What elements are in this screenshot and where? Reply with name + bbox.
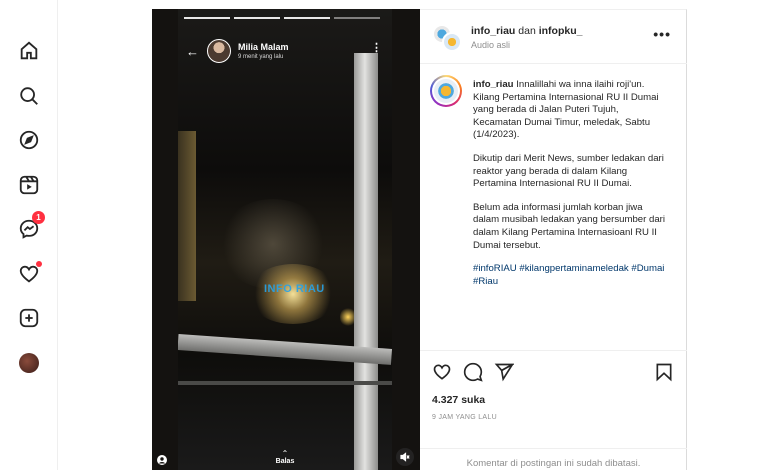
nav-messages[interactable]: 1	[17, 211, 45, 241]
story-progress-bar	[284, 17, 330, 19]
caption-paragraph: Dikutip dari Merit News, sumber ledakan …	[473, 152, 664, 190]
caption-avatar[interactable]	[430, 75, 462, 107]
connector-text: dan	[515, 25, 539, 37]
reply-area[interactable]: ⌃ Balas	[178, 444, 392, 470]
collab-avatars[interactable]	[432, 24, 462, 54]
post-details-panel: info_riau dan infopku_ Audio asli ••• in…	[420, 9, 687, 470]
story-progress-bar	[234, 17, 280, 19]
nav-profile[interactable]	[17, 351, 41, 375]
nav-create[interactable]	[17, 306, 41, 330]
message-badge: 1	[32, 211, 45, 224]
username-link[interactable]: info_riau	[471, 25, 515, 37]
nav-reels[interactable]	[17, 173, 41, 197]
story-username: Milia Malam	[238, 42, 289, 52]
like-count[interactable]: 4.327 suka	[432, 394, 485, 406]
post-header: info_riau dan infopku_ Audio asli •••	[420, 10, 687, 64]
mute-button[interactable]	[396, 448, 414, 466]
compass-icon	[19, 130, 39, 150]
avatar	[442, 32, 462, 52]
nav-search[interactable]	[17, 84, 41, 108]
back-arrow-icon[interactable]: ←	[186, 44, 199, 59]
post-timestamp[interactable]: 9 JAM YANG LALU	[432, 414, 497, 421]
avatar	[19, 353, 39, 373]
caption-paragraph: Belum ada informasi jumlah korban jiwa d…	[473, 201, 665, 251]
share-send-icon[interactable]	[494, 362, 514, 382]
collab-usernames: info_riau dan infopku_	[471, 25, 582, 37]
pole	[354, 53, 378, 470]
notification-dot	[36, 261, 42, 267]
caption-username[interactable]: info_riau	[473, 79, 514, 90]
comments-limited-notice: Komentar di postingan ini sudah dibatasi…	[420, 448, 687, 469]
username-link[interactable]: infopku_	[539, 25, 583, 37]
video-watermark: INFO RIAU	[264, 283, 325, 295]
railing	[178, 381, 392, 385]
avatar	[434, 79, 458, 103]
post-actions: 4.327 suka 9 JAM YANG LALU	[420, 350, 687, 460]
story-avatar[interactable]	[207, 39, 231, 63]
home-icon	[20, 41, 38, 60]
nav-explore[interactable]	[17, 128, 41, 152]
speaker-muted-icon	[400, 452, 410, 462]
story-more-icon[interactable]: ⋮	[371, 41, 382, 54]
story-progress-bar	[334, 17, 380, 19]
audio-label[interactable]: Audio asli	[471, 40, 510, 50]
left-sidebar: 1	[0, 0, 58, 470]
caption-hashtags[interactable]: #infoRIAU #kilangpertaminameledak #Dumai…	[473, 263, 668, 288]
plus-square-icon	[19, 308, 39, 328]
chevron-up-icon: ⌃	[281, 448, 289, 458]
nav-home[interactable]	[17, 39, 41, 63]
reels-icon	[19, 175, 39, 195]
post-caption: info_riau Innalillahi wa inna ilaihi roj…	[473, 79, 668, 299]
story-progress-bar	[184, 17, 230, 19]
user-tag-icon[interactable]	[157, 455, 167, 465]
search-icon	[20, 87, 38, 105]
story-timestamp: 9 menit yang lalu	[238, 54, 284, 60]
nav-notifications[interactable]	[17, 261, 42, 286]
post-media[interactable]: INFO RIAU ← Milia Malam 9 menit yang lal…	[152, 9, 420, 470]
more-options-icon[interactable]: •••	[653, 26, 671, 42]
reply-label: Balas	[275, 457, 295, 465]
caption-area: info_riau Innalillahi wa inna ilaihi roj…	[420, 65, 687, 350]
tower-structure	[178, 131, 196, 301]
like-heart-icon[interactable]	[432, 362, 452, 382]
instagram-post-page: 1 INFO RIAU ← Milia Malam 9 menit yang l…	[0, 0, 780, 470]
video-frame: INFO RIAU ← Milia Malam 9 menit yang lal…	[178, 9, 392, 470]
comment-icon[interactable]	[463, 362, 483, 382]
bookmark-icon[interactable]	[654, 362, 674, 382]
story-header: ← Milia Malam 9 menit yang lalu	[186, 39, 289, 63]
